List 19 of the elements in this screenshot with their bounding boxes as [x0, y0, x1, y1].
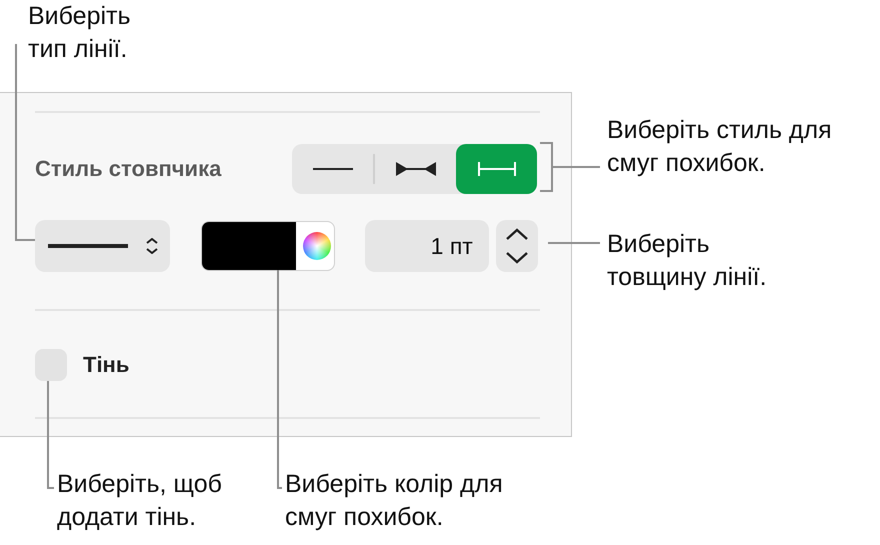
callout-text: Виберіть товщину лінії.: [607, 229, 767, 293]
color-wheel-icon: [303, 232, 332, 260]
line-width-field[interactable]: 1 пт: [364, 220, 489, 272]
line-icon: [312, 168, 352, 170]
up-down-chevron-icon: [146, 238, 158, 254]
shadow-checkbox[interactable]: [35, 349, 67, 381]
callout-text: Виберіть тип лінії.: [28, 1, 131, 65]
callout-text: Виберіть стиль для смуг похибок.: [607, 115, 832, 179]
bracket-leader: [539, 142, 601, 192]
stepper[interactable]: [496, 220, 538, 272]
leader-line: [548, 242, 600, 244]
callout-text: Виберіть, щоб додати тінь.: [57, 469, 222, 533]
shadow-label: Тінь: [83, 352, 130, 378]
color-well[interactable]: [201, 221, 335, 271]
callout-text: Виберіть колір для смуг похибок.: [285, 469, 503, 533]
bar-style-label: Стиль стовпчика: [35, 156, 222, 182]
line-style-popup[interactable]: [35, 220, 170, 272]
arrow-ends-line-icon: [394, 161, 436, 177]
bar-ends-line-icon: [476, 161, 518, 177]
